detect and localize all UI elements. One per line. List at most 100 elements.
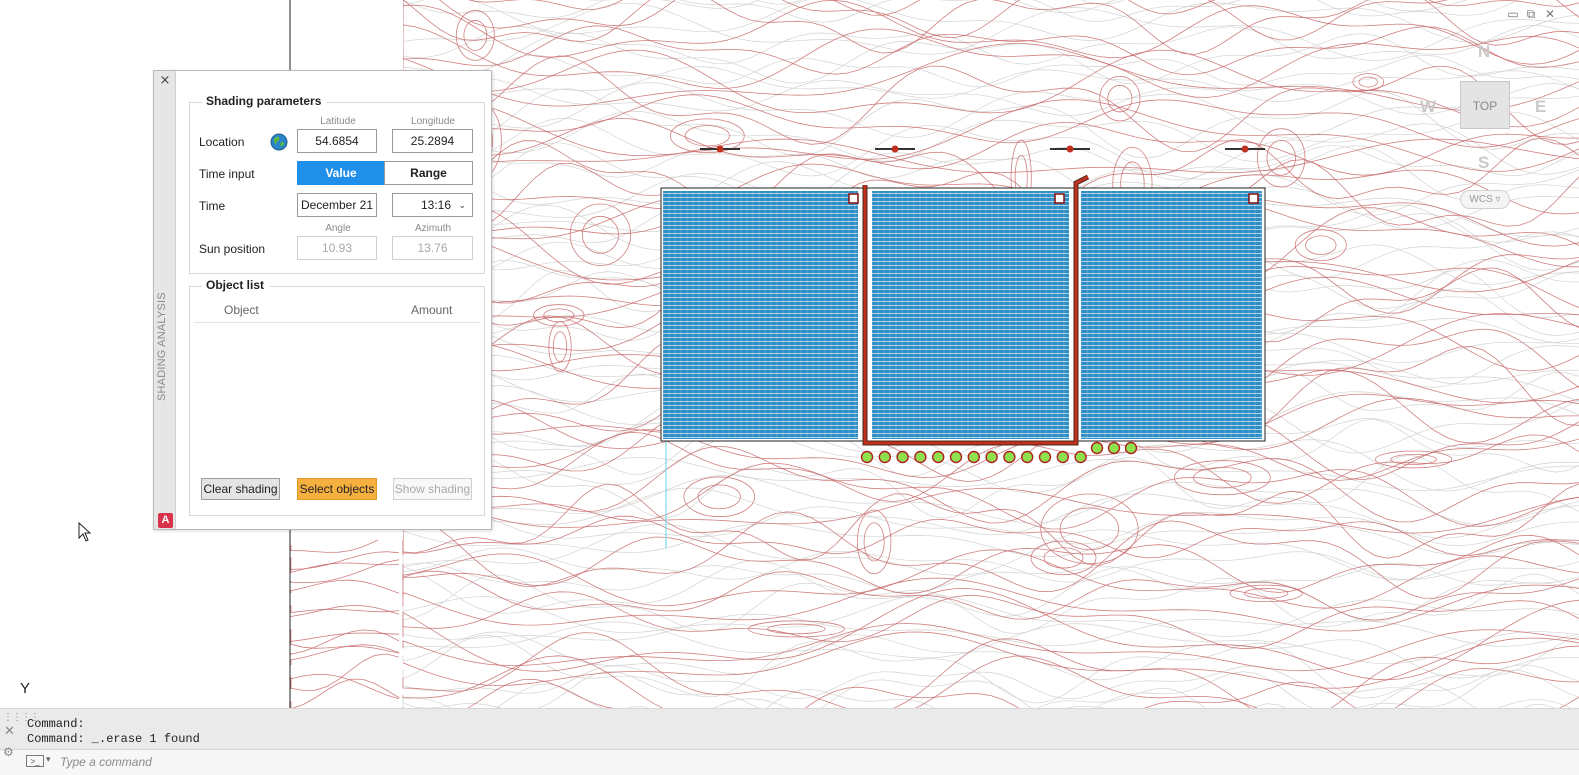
- time-dropdown[interactable]: 13:16 ⌄: [392, 193, 473, 217]
- longitude-field[interactable]: 25.2894: [392, 129, 473, 153]
- contour-line: [402, 0, 1579, 55]
- contour-loop: [1375, 450, 1453, 469]
- select-objects-button[interactable]: Select objects: [297, 478, 377, 500]
- command-prompt-icon[interactable]: >_: [26, 755, 44, 767]
- command-input[interactable]: [60, 753, 1060, 771]
- palette-body: Shading parameters Latitude Longitude Lo…: [176, 71, 491, 529]
- palette-close-icon[interactable]: ×: [158, 73, 172, 88]
- contour-loop: [548, 321, 572, 372]
- block-marker: [1054, 193, 1065, 204]
- palette-title: SHADING ANALYSIS: [156, 292, 168, 401]
- viewcube-west[interactable]: W: [1420, 97, 1436, 117]
- minimize-icon[interactable]: ▭: [1505, 6, 1521, 22]
- inverter-marker: [1107, 441, 1121, 455]
- command-line-close-icon[interactable]: ✕: [4, 724, 15, 739]
- contour-line: [290, 579, 400, 594]
- inverter-marker: [1124, 441, 1138, 455]
- clear-shading-button[interactable]: Clear shading: [201, 478, 280, 500]
- inverter-marker: [914, 450, 927, 464]
- contour-line: [402, 634, 1579, 704]
- contour-loop: [569, 203, 632, 266]
- tracker-marker: [891, 145, 899, 153]
- restore-icon[interactable]: ⧉: [1523, 6, 1539, 22]
- contour-loop: [543, 308, 575, 323]
- list-header-divider: [194, 322, 480, 323]
- grip-icon[interactable]: ⋮⋮⋮⋮: [3, 712, 40, 723]
- command-history-line: Command:: [27, 717, 85, 731]
- time-input-range-toggle[interactable]: Range: [384, 161, 473, 185]
- contour-line: [402, 25, 1579, 65]
- object-list-table[interactable]: [194, 325, 480, 465]
- contour-loop: [1358, 76, 1378, 88]
- inverter-marker: [1038, 450, 1052, 464]
- contour-line: [402, 594, 1579, 637]
- inverter-marker: [1020, 450, 1034, 464]
- contour-loop: [1305, 235, 1337, 255]
- contour-line: [402, 621, 1579, 665]
- contour-line: [402, 49, 1579, 128]
- contour-line: [402, 515, 1579, 559]
- contour-line: [402, 24, 1579, 98]
- tracker-marker: [716, 145, 724, 153]
- time-value: 13:16: [421, 198, 452, 212]
- wcs-menu[interactable]: WCS ▿: [1460, 190, 1510, 209]
- inverter-marker: [1003, 450, 1016, 464]
- block-marker: [848, 193, 859, 204]
- command-history-line: Command: _.erase 1 found: [27, 732, 200, 746]
- sun-position-label: Sun position: [199, 242, 266, 256]
- inverter-marker: [932, 450, 945, 464]
- location-label: Location: [199, 135, 245, 149]
- chevron-down-icon[interactable]: ▾: [46, 754, 51, 765]
- show-shading-button[interactable]: Show shading: [393, 478, 472, 500]
- contour-line: [402, 474, 1579, 526]
- contour-line: [402, 483, 1579, 566]
- contour-line: [402, 32, 1579, 85]
- shading-analysis-palette: × SHADING ANALYSIS A Shading parameters …: [153, 70, 492, 530]
- viewcube-north[interactable]: N: [1478, 42, 1490, 62]
- mouse-cursor-icon: [78, 522, 92, 542]
- amount-column-header[interactable]: Amount: [411, 303, 452, 317]
- contour-loop: [581, 215, 619, 254]
- object-list-heading: Object list: [202, 278, 271, 292]
- time-input-label: Time input: [199, 167, 255, 181]
- contour-line: [290, 673, 400, 700]
- viewcube-south[interactable]: S: [1478, 153, 1489, 173]
- inverter-marker: [1074, 450, 1087, 464]
- latitude-label: Latitude: [320, 116, 356, 127]
- contour-loop: [1294, 229, 1347, 262]
- ucs-y-label: Y: [20, 680, 31, 697]
- autocad-logo-icon[interactable]: A: [158, 513, 173, 528]
- contour-line: [402, 549, 1579, 609]
- date-field[interactable]: December 21: [297, 193, 377, 217]
- shading-parameters-group: Shading parameters Latitude Longitude Lo…: [189, 94, 485, 274]
- inverter-marker: [878, 450, 891, 464]
- inverter-marker: [1056, 450, 1070, 464]
- contour-line: [402, 54, 1579, 88]
- viewcube-top-face[interactable]: TOP: [1460, 81, 1510, 129]
- command-input-row: >_ ▾: [0, 749, 1579, 775]
- contour-loop: [1352, 73, 1384, 91]
- pv-array[interactable]: [660, 174, 1266, 446]
- object-column-header[interactable]: Object: [224, 303, 259, 317]
- azimuth-label: Azimuth: [414, 223, 452, 234]
- command-line-window: ⋮⋮⋮⋮ ✕ Command: Command: _.erase 1 found…: [0, 708, 1579, 775]
- globe-icon[interactable]: [270, 133, 288, 151]
- latitude-field[interactable]: 54.6854: [297, 129, 377, 153]
- customize-icon[interactable]: ⚙: [3, 745, 14, 759]
- palette-titlebar[interactable]: × SHADING ANALYSIS A: [154, 71, 176, 529]
- tracker-marker: [1066, 145, 1074, 153]
- contour-line: [402, 462, 1579, 530]
- inverter-marker: [1090, 441, 1104, 455]
- block-marker: [1248, 193, 1259, 204]
- contour-loop: [684, 125, 730, 147]
- contour-loop: [1229, 584, 1303, 603]
- inverter-marker: [967, 450, 980, 464]
- time-input-value-toggle[interactable]: Value: [297, 161, 385, 185]
- contour-loop: [552, 331, 568, 362]
- viewcube-east[interactable]: E: [1535, 97, 1546, 117]
- close-window-icon[interactable]: ✕: [1542, 6, 1558, 22]
- tracker-marker: [1241, 145, 1249, 153]
- inverter-marker: [896, 450, 909, 464]
- inverter-marker: [949, 450, 963, 464]
- contour-line: [290, 551, 400, 570]
